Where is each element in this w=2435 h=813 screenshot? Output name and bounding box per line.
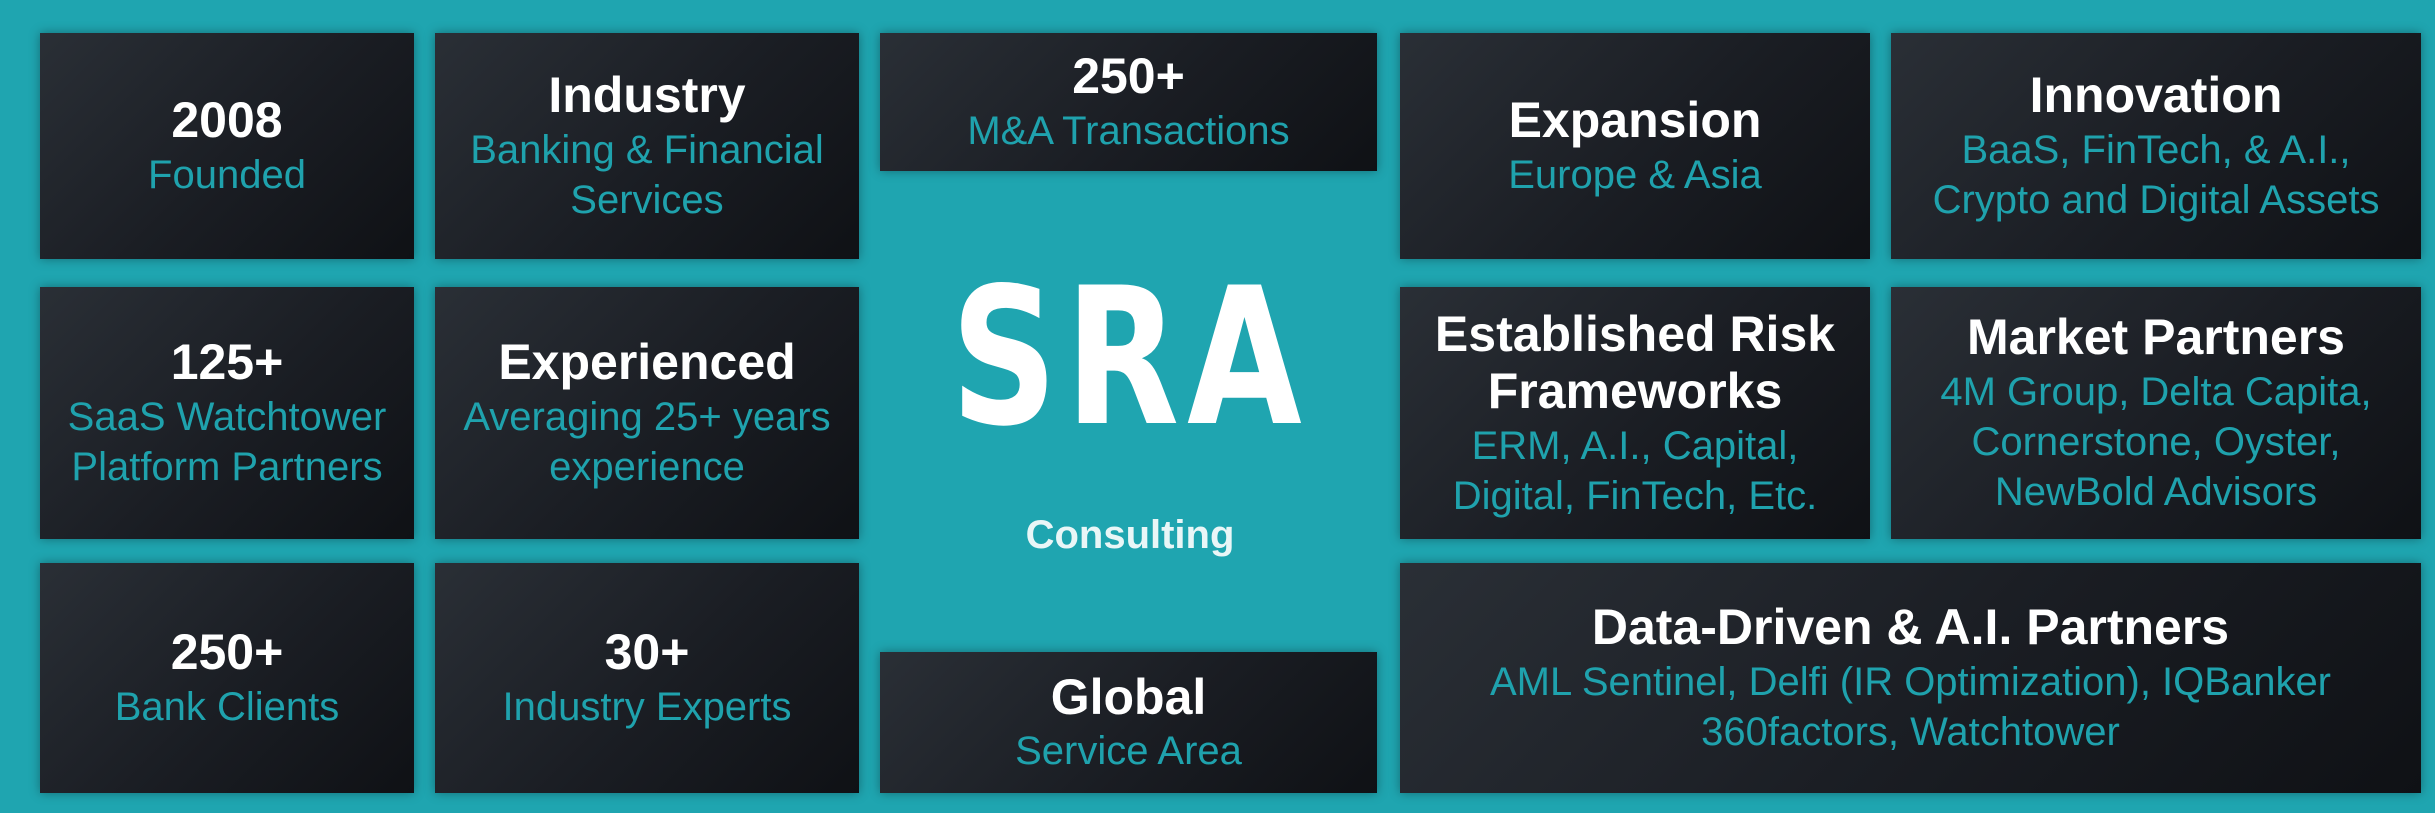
tile-title: Established Risk Frameworks bbox=[1434, 305, 1836, 420]
tile-risk-frameworks: Established Risk Frameworks ERM, A.I., C… bbox=[1400, 287, 1870, 539]
logo-subtitle: Consulting bbox=[1025, 512, 1235, 557]
tile-subtitle: Founded bbox=[148, 152, 306, 197]
tile-subtitle: Industry Experts bbox=[502, 684, 792, 729]
tile-subtitle: ERM, A.I., Capital, Digital, FinTech, Et… bbox=[1452, 423, 1818, 518]
tile-subtitle: Europe & Asia bbox=[1508, 152, 1762, 197]
tile-experienced: Experienced Averaging 25+ years experien… bbox=[435, 287, 859, 539]
tile-title: Industry bbox=[548, 67, 746, 124]
tile-subtitle: AML Sentinel, Delfi (IR Optimization), I… bbox=[1489, 659, 2332, 754]
tile-founded: 2008 Founded bbox=[40, 33, 414, 259]
tile-title: Innovation bbox=[2029, 67, 2283, 124]
tile-subtitle: M&A Transactions bbox=[967, 108, 1290, 153]
tile-ma-transactions: 250+ M&A Transactions bbox=[880, 33, 1377, 171]
tile-subtitle: SaaS Watchtower Platform Partners bbox=[67, 394, 387, 489]
tile-title: Data-Driven & A.I. Partners bbox=[1591, 599, 2230, 656]
tile-subtitle: Bank Clients bbox=[114, 684, 340, 729]
tile-subtitle: Service Area bbox=[1015, 729, 1242, 774]
tile-title: 2008 bbox=[171, 92, 283, 149]
tile-industry-experts: 30+ Industry Experts bbox=[435, 563, 859, 793]
tile-title: Experienced bbox=[498, 334, 796, 391]
tile-title: Global bbox=[1050, 668, 1207, 725]
tile-title: 250+ bbox=[1072, 48, 1185, 105]
tile-global: Global Service Area bbox=[880, 652, 1377, 793]
tile-title: 250+ bbox=[170, 624, 284, 681]
tile-expansion: Expansion Europe & Asia bbox=[1400, 33, 1870, 259]
tile-industry: Industry Banking & Financial Services bbox=[435, 33, 859, 259]
tile-subtitle: BaaS, FinTech, & A.I., Crypto and Digita… bbox=[1932, 127, 2380, 222]
logo-wordmark: SRA bbox=[950, 246, 1310, 468]
tile-title: 125+ bbox=[170, 334, 284, 391]
tile-subtitle: Averaging 25+ years experience bbox=[463, 394, 831, 489]
tile-innovation: Innovation BaaS, FinTech, & A.I., Crypto… bbox=[1891, 33, 2421, 259]
tile-subtitle: Banking & Financial Services bbox=[470, 127, 824, 222]
tile-saas-partners: 125+ SaaS Watchtower Platform Partners bbox=[40, 287, 414, 539]
tile-title: Market Partners bbox=[1967, 309, 2345, 366]
tile-subtitle: 4M Group, Delta Capita, Cornerstone, Oys… bbox=[1940, 369, 2372, 514]
tile-title: 30+ bbox=[604, 624, 690, 681]
tile-title: Expansion bbox=[1508, 92, 1762, 149]
tile-bank-clients: 250+ Bank Clients bbox=[40, 563, 414, 793]
sra-logo: SRA Consulting bbox=[880, 190, 1380, 630]
tile-market-partners: Market Partners 4M Group, Delta Capita, … bbox=[1891, 287, 2421, 539]
tile-data-partners: Data-Driven & A.I. Partners AML Sentinel… bbox=[1400, 563, 2421, 793]
